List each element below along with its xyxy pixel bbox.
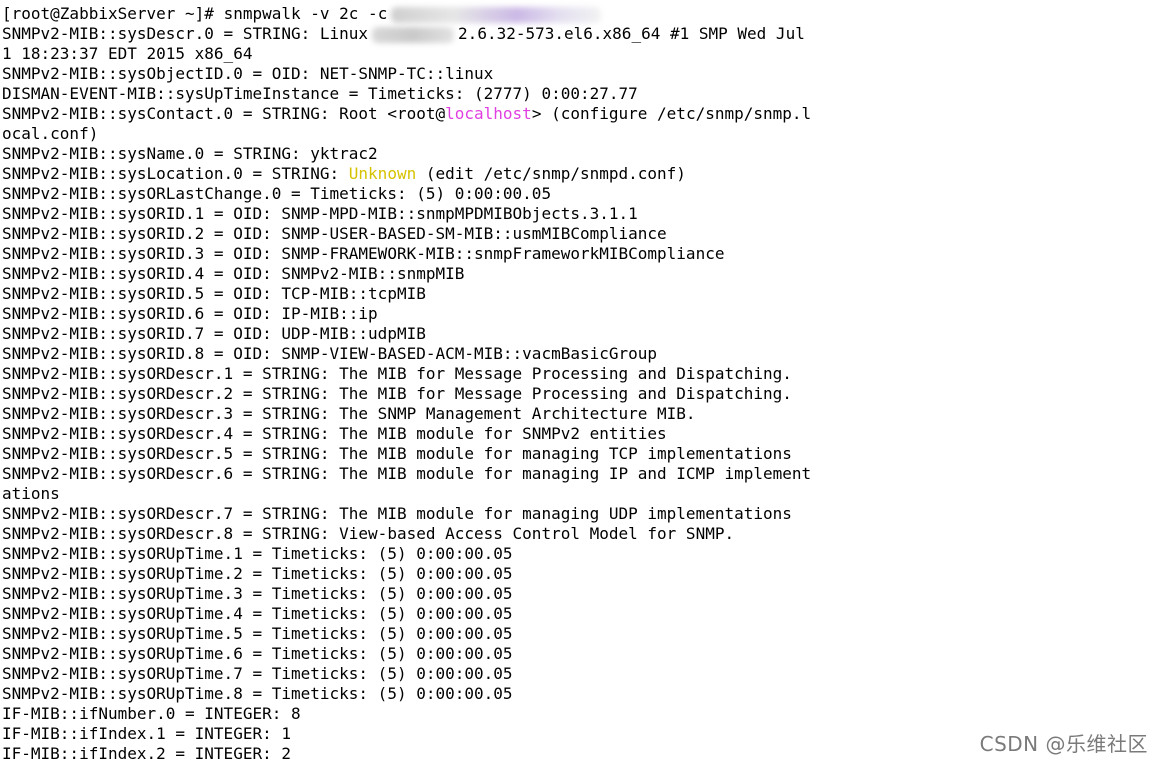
output-line: SNMPv2-MIB::sysORDescr.1 = STRING: The M… — [2, 364, 792, 383]
command-line: [root@ZabbixServer ~]# snmpwalk -v 2c -c — [2, 4, 811, 24]
output-line: SNMPv2-MIB::sysORDescr.3 = STRING: The S… — [2, 404, 696, 423]
sysdescr-suffix: 2.6.32-573.el6.x86_64 #1 SMP Wed Jul — [458, 24, 805, 43]
syscontact-prefix: SNMPv2-MIB::sysContact.0 = STRING: Root … — [2, 104, 446, 123]
output-line-sysname: SNMPv2-MIB::sysName.0 = STRING: yktrac2 — [2, 144, 378, 163]
output-line: SNMPv2-MIB::sysORDescr.7 = STRING: The M… — [2, 504, 792, 523]
sysdescr-prefix: SNMPv2-MIB::sysDescr.0 = STRING: Linux — [2, 24, 369, 43]
redacted-hostname — [372, 26, 455, 43]
output-line: SNMPv2-MIB::sysORUpTime.5 = Timeticks: (… — [2, 624, 513, 643]
syslocation-suffix: (edit /etc/snmp/snmpd.conf) — [416, 164, 686, 183]
output-line-sysuptime: DISMAN-EVENT-MIB::sysUpTimeInstance = Ti… — [2, 84, 638, 103]
output-line-sysdescr: SNMPv2-MIB::sysDescr.0 = STRING: Linux 2.… — [2, 24, 811, 44]
csdn-watermark: CSDN @乐维社区 — [979, 732, 1148, 756]
output-line: SNMPv2-MIB::sysORUpTime.4 = Timeticks: (… — [2, 604, 513, 623]
output-line: SNMPv2-MIB::sysORDescr.5 = STRING: The M… — [2, 444, 792, 463]
output-line: ations — [2, 484, 60, 503]
output-line: SNMPv2-MIB::sysORUpTime.6 = Timeticks: (… — [2, 644, 513, 663]
shell-prompt: [root@ZabbixServer ~]# — [2, 4, 224, 23]
terminal-output: [root@ZabbixServer ~]# snmpwalk -v 2c -c… — [2, 4, 811, 762]
redacted-community-string — [391, 6, 602, 23]
output-line: SNMPv2-MIB::sysORID.7 = OID: UDP-MIB::ud… — [2, 324, 426, 343]
output-line: SNMPv2-MIB::sysORUpTime.2 = Timeticks: (… — [2, 564, 513, 583]
output-line: SNMPv2-MIB::sysORUpTime.7 = Timeticks: (… — [2, 664, 513, 683]
output-line: SNMPv2-MIB::sysORID.4 = OID: SNMPv2-MIB:… — [2, 264, 465, 283]
output-line: SNMPv2-MIB::sysORDescr.8 = STRING: View-… — [2, 524, 735, 543]
output-line: SNMPv2-MIB::sysORID.6 = OID: IP-MIB::ip — [2, 304, 378, 323]
output-line: SNMPv2-MIB::sysORDescr.4 = STRING: The M… — [2, 424, 667, 443]
output-line-syscontact-wrap: ocal.conf) — [2, 124, 99, 143]
output-line: SNMPv2-MIB::sysORDescr.6 = STRING: The M… — [2, 464, 812, 483]
output-line: SNMPv2-MIB::sysORID.2 = OID: SNMP-USER-B… — [2, 224, 667, 243]
output-line: SNMPv2-MIB::sysORID.8 = OID: SNMP-VIEW-B… — [2, 344, 658, 363]
output-line: SNMPv2-MIB::sysORID.3 = OID: SNMP-FRAMEW… — [2, 244, 725, 263]
output-line: SNMPv2-MIB::sysORUpTime.8 = Timeticks: (… — [2, 684, 513, 703]
syslocation-prefix: SNMPv2-MIB::sysLocation.0 = STRING: — [2, 164, 349, 183]
output-line: IF-MIB::ifIndex.2 = INTEGER: 2 — [2, 744, 291, 762]
output-line: SNMPv2-MIB::sysORLastChange.0 = Timetick… — [2, 184, 552, 203]
output-line-syscontact: SNMPv2-MIB::sysContact.0 = STRING: Root … — [2, 104, 811, 124]
output-line: IF-MIB::ifNumber.0 = INTEGER: 8 — [2, 704, 301, 723]
localhost-highlight: localhost — [445, 104, 532, 123]
output-line-sysobjectid: SNMPv2-MIB::sysObjectID.0 = OID: NET-SNM… — [2, 64, 494, 83]
syscontact-suffix: > (configure /etc/snmp/snmp.l — [531, 104, 812, 123]
output-line: SNMPv2-MIB::sysORUpTime.1 = Timeticks: (… — [2, 544, 513, 563]
output-line-syslocation: SNMPv2-MIB::sysLocation.0 = STRING: Unkn… — [2, 164, 811, 184]
output-line: SNMPv2-MIB::sysORID.1 = OID: SNMP-MPD-MI… — [2, 204, 638, 223]
command-text: snmpwalk -v 2c -c — [223, 4, 388, 23]
output-line: SNMPv2-MIB::sysORID.5 = OID: TCP-MIB::tc… — [2, 284, 426, 303]
output-line-sysdescr-wrap: 1 18:23:37 EDT 2015 x86_64 — [2, 44, 253, 63]
terminal-window[interactable]: [root@ZabbixServer ~]# snmpwalk -v 2c -c… — [0, 0, 1154, 762]
output-line: IF-MIB::ifIndex.1 = INTEGER: 1 — [2, 724, 291, 743]
unknown-highlight: Unknown — [348, 164, 417, 183]
output-line: SNMPv2-MIB::sysORDescr.2 = STRING: The M… — [2, 384, 792, 403]
output-line: SNMPv2-MIB::sysORUpTime.3 = Timeticks: (… — [2, 584, 513, 603]
